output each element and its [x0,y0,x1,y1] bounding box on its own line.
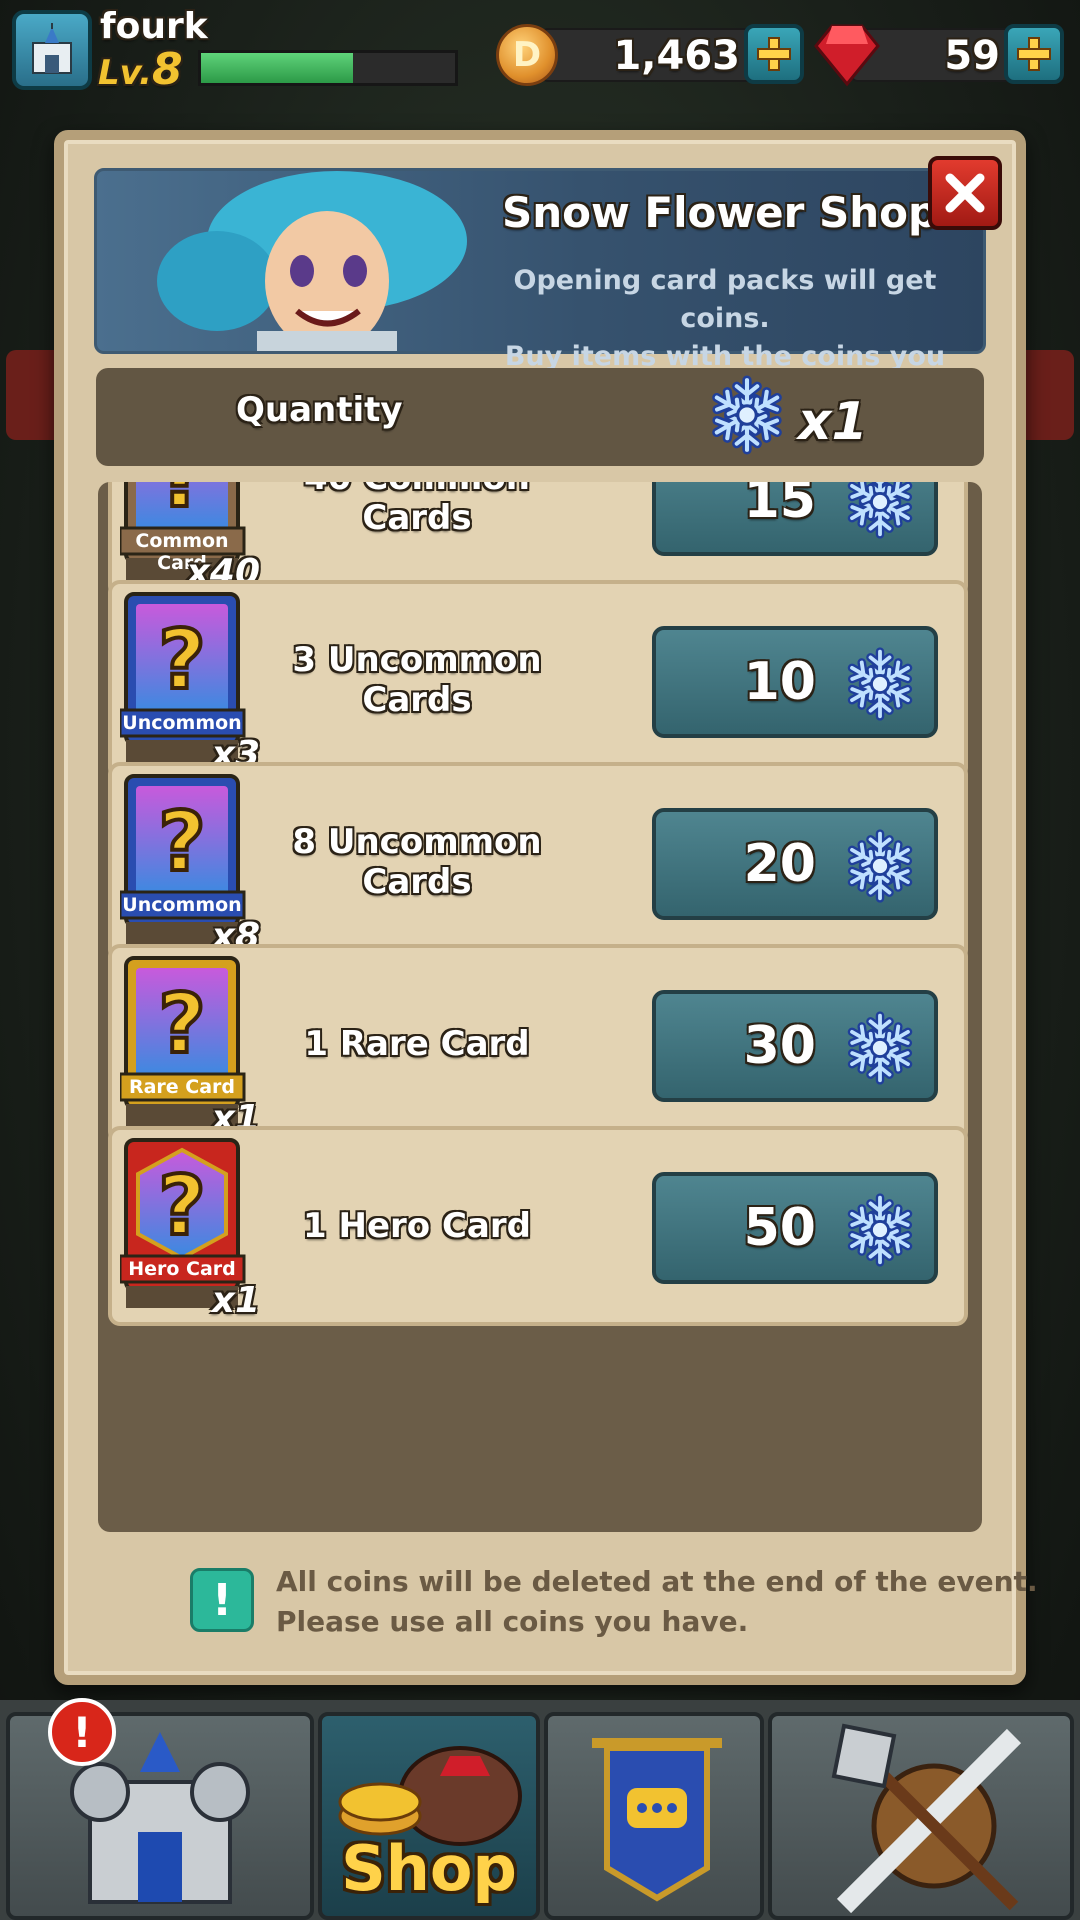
level-value: 8 [151,44,183,95]
add-gems-button[interactable] [1004,24,1064,84]
item-name: 3 Uncommon Cards [292,640,542,720]
shop-item-row: ? Hero Card x1 1 Hero Card 50 [108,1126,968,1326]
quantity-label: Quantity [236,390,403,430]
notice-line2: Please use all coins you have. [276,1605,749,1638]
coin-icon: D [496,24,558,86]
gem-value: 59 [944,33,1000,79]
item-name: 8 Uncommon Cards [292,822,542,902]
shop-title: Snow Flower Shop [501,188,939,237]
item-price: 30 [743,1016,816,1076]
info-icon: ! [190,1568,254,1632]
item-price: 20 [743,834,816,894]
crossed-weapons-icon [831,1723,1022,1914]
card-type-label: Hero Card [128,1258,236,1280]
player-level: Lv.8 [98,44,183,95]
shopkeeper-portrait [157,171,467,351]
quantity-value: x1 [798,392,868,452]
plus-icon [757,37,791,71]
event-notice: All coins will be deleted at the end of … [276,1562,1038,1642]
shop-item-row: ? Rare Card x1 1 Rare Card 30 [108,944,968,1144]
castle-icon [32,23,72,74]
xp-bar-fill [201,53,354,83]
close-button[interactable] [928,156,1002,230]
shop-description-line1: Opening card packs will get coins. [513,265,937,334]
card-type-label: Rare Card [128,1076,236,1098]
item-price: 50 [743,1198,816,1258]
snowflake-icon [847,829,913,903]
shop-item-row: ? Uncommon x8 8 Uncommon Cards 20 [108,762,968,962]
player-name: fourk [100,6,208,47]
close-icon [945,173,985,213]
chat-banner-icon [592,1738,722,1902]
snowflake-icon [847,1011,913,1085]
coin-value: 1,463 [613,33,740,79]
item-list: ?Common Cardx4040 Common Cards15?Uncommo… [98,482,982,1532]
snowflake-icon [847,482,913,539]
item-name: 1 Hero Card [303,1206,531,1246]
add-coins-button[interactable] [744,24,804,84]
item-price: 15 [743,482,816,530]
card-type-label: Uncommon [122,712,242,734]
item-name: 40 Common Cards [304,482,530,538]
card-type-label: Uncommon [122,894,242,916]
item-name: 1 Rare Card [304,1024,530,1064]
item-price: 10 [743,652,816,712]
svg-text:?: ? [158,1159,206,1254]
snowflake-icon [712,375,782,455]
player-avatar[interactable] [12,10,92,90]
castle-alert-badge: ! [48,1698,116,1766]
snowflake-icon [847,1193,913,1267]
top-bar: fourk Lv.8 D 1,463 59 [0,0,1080,100]
level-prefix: Lv. [98,53,152,93]
plus-icon [1017,37,1051,71]
shop-bag-icon [338,1746,522,1846]
buy-button[interactable]: 10 [652,626,938,738]
nav-chat[interactable] [544,1712,764,1920]
xp-bar [198,50,458,86]
nav-shop-label: Shop [341,1832,517,1905]
svg-text:?: ? [158,977,206,1072]
buy-button[interactable]: 30 [652,990,938,1102]
svg-text:?: ? [158,795,206,890]
shop-item-row: ? Uncommon x3 3 Uncommon Cards 10 [108,580,968,780]
notice-line1: All coins will be deleted at the end of … [276,1565,1038,1598]
svg-text:?: ? [158,482,206,526]
card-multiplier: x1 [211,1280,260,1321]
snowflake-icon [847,647,913,721]
svg-text:?: ? [158,613,206,708]
nav-battle[interactable] [768,1712,1074,1920]
buy-button[interactable]: 15 [652,482,938,556]
buy-button[interactable]: 20 [652,808,938,920]
buy-button[interactable]: 50 [652,1172,938,1284]
gem-icon [814,24,880,87]
